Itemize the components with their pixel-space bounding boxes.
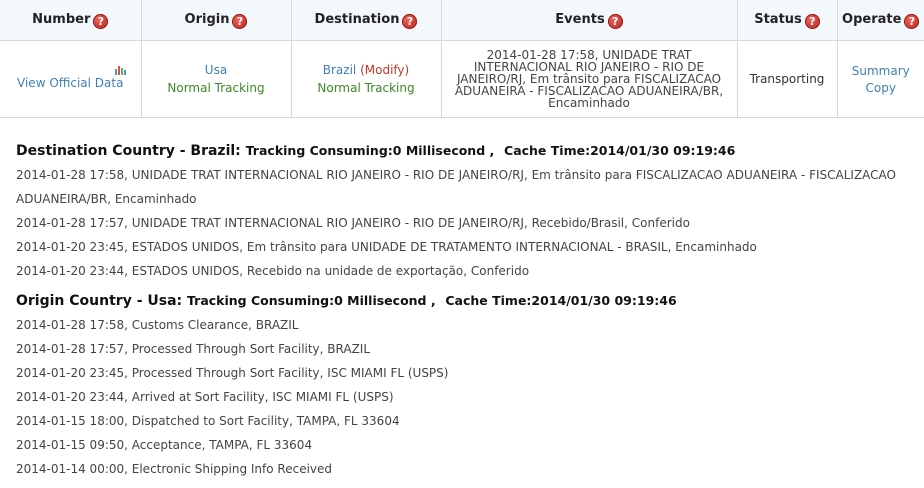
latest-event-cell: 2014-01-28 17:58, UNIDADE TRAT INTERNACI… <box>441 40 738 118</box>
header-number: Number? <box>0 0 142 41</box>
origin-cache-time: Cache Time:2014/01/30 09:19:46 <box>445 293 677 308</box>
list-item: 2014-01-14 00:00, Electronic Shipping In… <box>16 462 333 476</box>
list-item: 2014-01-28 17:57, Processed Through Sort… <box>16 342 371 356</box>
destination-country-section: Destination Country - Brazil: Tracking C… <box>16 139 916 283</box>
list-item: 2014-01-15 09:50, Acceptance, TAMPA, FL … <box>16 438 313 452</box>
question-mark-icon[interactable]: ? <box>93 13 109 29</box>
question-mark-icon[interactable]: ? <box>232 13 248 29</box>
origin-country-heading: Origin Country - Usa: <box>16 293 183 309</box>
list-item: 2014-01-20 23:44, ESTADOS UNIDOS, Recebi… <box>16 264 530 278</box>
header-destination: Destination? <box>291 0 442 41</box>
destination-country-heading: Destination Country - Brazil: <box>16 143 241 159</box>
list-item: 2014-01-28 17:57, UNIDADE TRAT INTERNACI… <box>16 216 690 230</box>
header-status: Status? <box>737 0 838 41</box>
list-item: 2014-01-28 17:58, Customs Clearance, BRA… <box>16 318 299 332</box>
copy-link[interactable]: Copy <box>866 81 896 95</box>
summary-link[interactable]: Summary <box>852 64 910 78</box>
table-row: View Official Data Usa Normal Tracking B… <box>0 40 924 118</box>
list-item: 2014-01-20 23:45, Processed Through Sort… <box>16 366 449 380</box>
question-mark-icon[interactable]: ? <box>402 13 418 29</box>
origin-cell: Usa Normal Tracking <box>141 40 292 118</box>
tracking-table: Number? Origin? Destination? Events? Sta… <box>0 0 924 118</box>
origin-country-link[interactable]: Usa <box>205 63 227 77</box>
destination-country-link[interactable]: Brazil <box>323 63 357 77</box>
origin-country-section: Origin Country - Usa: Tracking Consuming… <box>16 289 916 481</box>
question-mark-icon[interactable]: ? <box>607 13 623 29</box>
question-mark-icon[interactable]: ? <box>904 13 920 29</box>
list-item: 2014-01-15 18:00, Dispatched to Sort Fac… <box>16 414 400 428</box>
number-cell: View Official Data <box>0 40 142 118</box>
modify-destination-link[interactable]: (Modify) <box>360 63 409 77</box>
destination-section-title: Destination Country - Brazil: Tracking C… <box>16 139 916 163</box>
origin-tracking-consuming: Tracking Consuming:0 Millisecond , <box>187 293 436 308</box>
destination-tracking-type: Normal Tracking <box>317 81 415 95</box>
table-header-row: Number? Origin? Destination? Events? Sta… <box>0 0 924 41</box>
list-item: 2014-01-20 23:45, ESTADOS UNIDOS, Em trâ… <box>16 240 757 254</box>
question-mark-icon[interactable]: ? <box>804 13 820 29</box>
list-item: 2014-01-20 23:44, Arrived at Sort Facili… <box>16 390 394 404</box>
list-item: 2014-01-28 17:58, UNIDADE TRAT INTERNACI… <box>16 168 896 206</box>
origin-tracking-type: Normal Tracking <box>167 81 265 95</box>
header-origin: Origin? <box>141 0 292 41</box>
header-operate: Operate? <box>837 0 924 41</box>
destination-tracking-consuming: Tracking Consuming:0 Millisecond , <box>245 143 495 158</box>
origin-section-title: Origin Country - Usa: Tracking Consuming… <box>16 289 916 313</box>
bar-chart-icon[interactable] <box>114 65 127 75</box>
operate-cell: Summary Copy <box>837 40 924 118</box>
header-events: Events? <box>441 0 738 41</box>
view-official-data-link[interactable]: View Official Data <box>17 76 123 90</box>
destination-cell: Brazil (Modify) Normal Tracking <box>291 40 442 118</box>
destination-cache-time: Cache Time:2014/01/30 09:19:46 <box>504 143 736 158</box>
status-cell: Transporting <box>737 40 838 118</box>
